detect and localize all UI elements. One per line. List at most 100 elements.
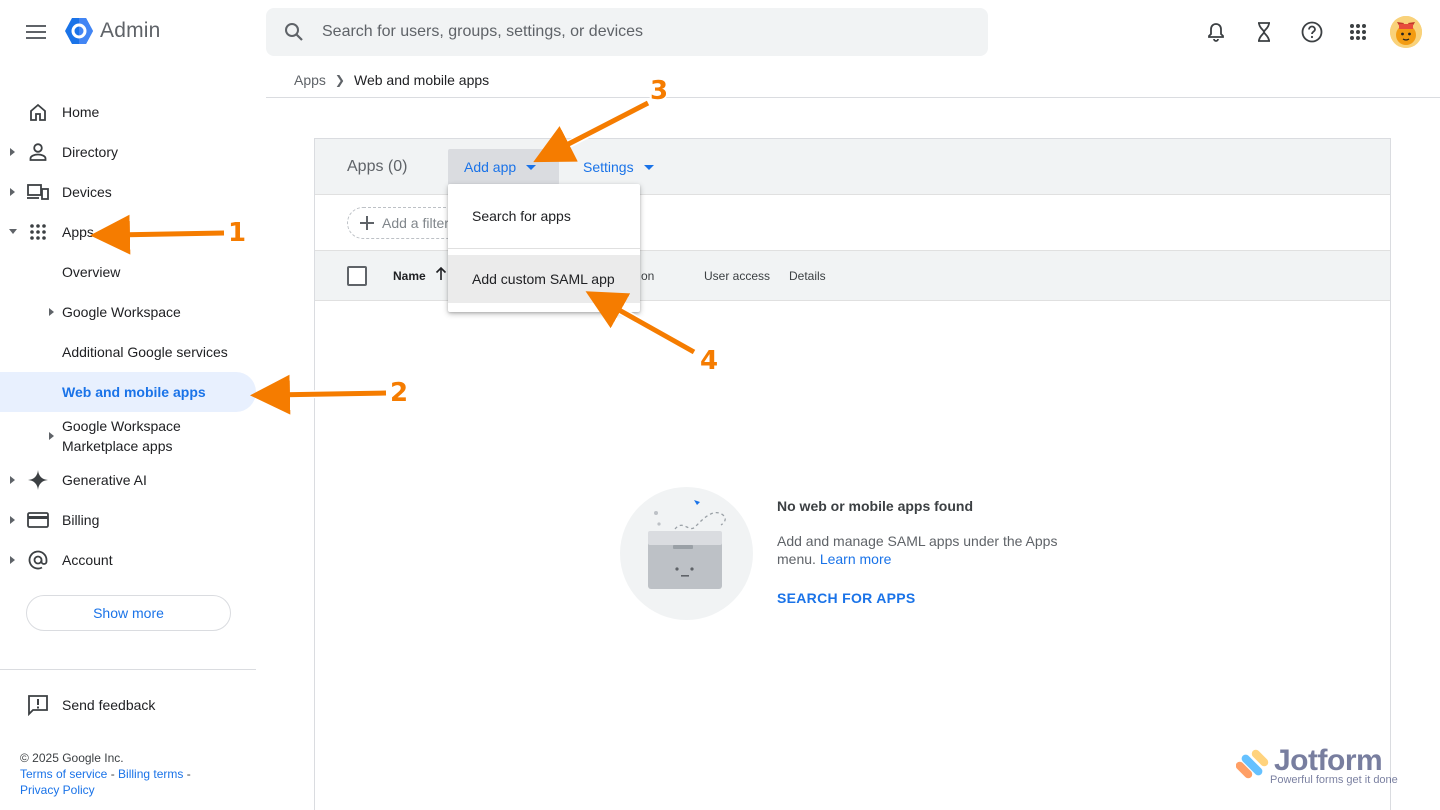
sidebar-item-label: Devices <box>62 184 112 200</box>
caret-right-icon[interactable] <box>48 307 56 317</box>
help-icon[interactable] <box>1292 12 1332 52</box>
caret-right-icon[interactable] <box>8 187 18 197</box>
search-bar[interactable] <box>266 8 988 56</box>
caret-right-icon[interactable] <box>8 515 18 525</box>
top-bar: Admin <box>0 0 1440 64</box>
sidebar-item-label: Account <box>62 552 113 568</box>
settings-label: Settings <box>583 159 634 175</box>
jotform-logo-icon <box>1236 749 1269 779</box>
divider <box>266 97 1440 98</box>
menu-item-add-custom-saml-app[interactable]: Add custom SAML app <box>448 255 640 303</box>
footer: © 2025 Google Inc. Terms of service - Bi… <box>20 750 250 798</box>
apps-grid-icon <box>26 220 50 244</box>
sidebar-item-web-and-mobile-apps[interactable]: Web and mobile apps <box>0 372 256 412</box>
sidebar-item-apps[interactable]: Apps <box>0 212 256 252</box>
add-filter-label: Add a filter <box>382 215 449 231</box>
sidebar-item-label: Google Workspace <box>62 304 181 320</box>
copyright: © 2025 Google Inc. <box>20 751 124 765</box>
add-app-button[interactable]: Add app <box>448 149 559 185</box>
feedback-icon <box>26 693 50 717</box>
dropdown-arrow-icon <box>526 164 537 170</box>
breadcrumb: Apps ❯ Web and mobile apps <box>294 72 489 88</box>
credit-card-icon <box>26 508 50 532</box>
sidebar-item-label: Billing <box>62 512 100 528</box>
caret-right-icon[interactable] <box>8 147 18 157</box>
caret-right-icon[interactable] <box>48 431 56 441</box>
person-icon <box>26 140 50 164</box>
show-more-button[interactable]: Show more <box>26 595 231 631</box>
apps-grid-icon[interactable] <box>1338 12 1378 52</box>
footer-separator: - <box>186 767 191 781</box>
home-icon <box>26 100 50 124</box>
menu-icon[interactable] <box>20 18 52 46</box>
app-name: Admin <box>100 19 161 42</box>
divider <box>0 669 256 670</box>
jotform-name: Jotform <box>1274 744 1383 777</box>
footer-separator: - <box>110 767 115 781</box>
dropdown-arrow-icon <box>643 164 654 170</box>
sidebar-item-billing[interactable]: Billing <box>0 500 256 540</box>
empty-state-text: No web or mobile apps found Add and mana… <box>777 498 1077 568</box>
add-app-label: Add app <box>464 159 517 175</box>
menu-item-search-for-apps[interactable]: Search for apps <box>448 192 640 240</box>
search-for-apps-button[interactable]: SEARCH FOR APPS <box>777 590 916 606</box>
admin-logo-icon <box>65 18 93 44</box>
sidebar-item-label: Web and mobile apps <box>62 384 206 400</box>
sidebar-item-label: Apps <box>62 224 94 240</box>
caret-right-icon[interactable] <box>8 555 18 565</box>
privacy-link[interactable]: Privacy Policy <box>20 783 95 797</box>
caret-right-icon[interactable] <box>8 475 18 485</box>
sidebar-item-additional-google-services[interactable]: Additional Google services <box>0 332 256 372</box>
column-partial: on <box>641 269 655 283</box>
sidebar-item-google-workspace[interactable]: Google Workspace <box>0 292 256 332</box>
search-icon[interactable] <box>266 22 322 42</box>
column-details[interactable]: Details <box>789 269 826 283</box>
sidebar-item-label: Directory <box>62 144 119 160</box>
sidebar-item-home[interactable]: Home <box>0 92 256 132</box>
notifications-icon[interactable] <box>1196 12 1236 52</box>
chevron-right-icon: ❯ <box>334 73 345 87</box>
apps-count: Apps (0) <box>347 158 408 175</box>
breadcrumb-current: Web and mobile apps <box>353 72 490 88</box>
learn-more-link[interactable]: Learn more <box>820 551 892 567</box>
column-name[interactable]: Name <box>393 269 426 283</box>
select-all-checkbox[interactable] <box>347 266 367 286</box>
settings-button[interactable]: Settings <box>583 149 654 185</box>
sidebar-item-account[interactable]: Account <box>0 540 256 580</box>
sidebar-item-label: Google Workspace Marketplace apps <box>62 418 181 454</box>
avatar[interactable] <box>1390 16 1422 48</box>
jotform-watermark: Jotform Powerful forms get it done <box>1234 742 1414 792</box>
empty-state-illustration <box>620 487 753 620</box>
sidebar-item-marketplace-apps[interactable]: Google Workspace Marketplace apps <box>0 414 256 458</box>
admin-logo[interactable]: Admin <box>64 16 161 46</box>
annotation-step-number: 4 <box>700 346 719 376</box>
send-feedback-label: Send feedback <box>62 697 156 713</box>
caret-down-icon[interactable] <box>8 227 18 237</box>
terms-link[interactable]: Terms of service <box>20 767 107 781</box>
column-user-access[interactable]: User access <box>704 269 770 283</box>
divider <box>448 248 640 249</box>
billing-terms-link[interactable]: Billing terms <box>118 767 183 781</box>
search-input[interactable] <box>322 23 962 41</box>
at-sign-icon <box>26 548 50 572</box>
sparkle-icon <box>26 468 50 492</box>
sidebar-item-label: Overview <box>62 264 121 280</box>
empty-state-title: No web or mobile apps found <box>777 498 973 514</box>
annotation-step-number: 3 <box>650 76 669 106</box>
sort-arrow-up-icon[interactable] <box>435 266 447 283</box>
sidebar-item-label: Home <box>62 104 100 120</box>
send-feedback-button[interactable]: Send feedback <box>0 685 256 725</box>
devices-icon <box>26 180 50 204</box>
jotform-tagline: Powerful forms get it done <box>1270 774 1398 786</box>
sidebar-item-directory[interactable]: Directory <box>0 132 256 172</box>
annotation-step-number: 1 <box>228 218 247 248</box>
sidebar-item-label: Additional Google services <box>62 344 228 360</box>
sidebar-item-overview[interactable]: Overview <box>0 252 256 292</box>
breadcrumb-apps[interactable]: Apps <box>294 72 326 88</box>
sidebar-item-generative-ai[interactable]: Generative AI <box>0 460 256 500</box>
tasks-hourglass-icon[interactable] <box>1244 12 1284 52</box>
sidebar-item-devices[interactable]: Devices <box>0 172 256 212</box>
add-app-dropdown-menu: Search for apps Add custom SAML app <box>448 184 640 312</box>
annotation-step-number: 2 <box>390 378 409 408</box>
plus-icon <box>360 216 374 230</box>
